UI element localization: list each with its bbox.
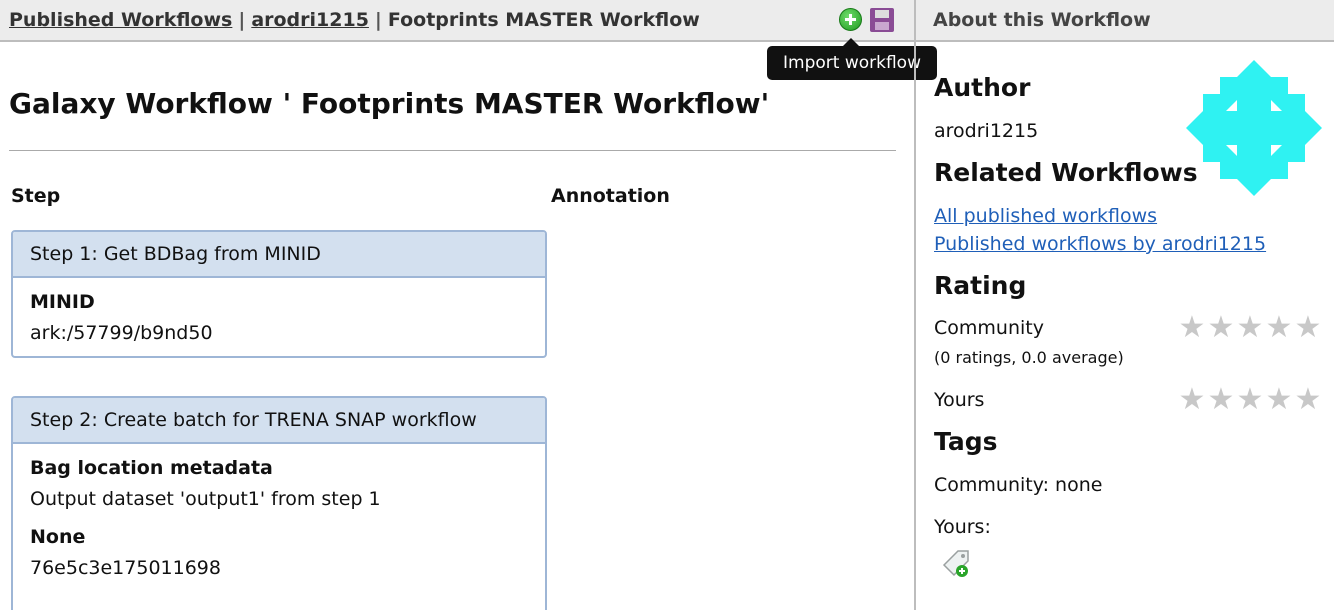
plus-circle-icon[interactable] [839,8,862,31]
related-workflows-heading: Related Workflows [934,158,1198,187]
about-pane-header: About this Workflow [916,0,1334,42]
star-icon: ★ [1294,310,1322,345]
workflow-step: Step 2: Create batch for TRENA SNAP work… [11,396,547,610]
breadcrumb-bar: Published Workflows | arodri1215 | Footprint… [0,0,914,42]
step-param-label: Bag location metadata [30,457,273,479]
breadcrumb-separator: | [238,9,246,31]
step-param-value: Output dataset 'output1' from step 1 [30,488,381,510]
author-avatar [1186,60,1322,196]
author-heading: Author [934,73,1031,102]
star-icon[interactable]: ★ [1265,385,1293,415]
breadcrumb-current: Footprints MASTER Workflow [387,9,700,31]
floppy-disk-icon[interactable] [870,8,894,32]
step-title: Step 1: Get BDBag from MINID [13,232,545,278]
step-param-label: None [30,526,86,548]
about-workflow-pane: About this Workflow Author arodri1215 Re… [914,0,1334,610]
rating-heading: Rating [934,271,1027,300]
community-tags: Community: none [934,474,1103,496]
star-icon[interactable]: ★ [1178,385,1206,415]
tags-heading: Tags [934,427,998,456]
star-icon: ★ [1178,310,1206,345]
community-rating-stars: ★ ★ ★ ★ ★ [1178,310,1323,345]
step-column-header: Step [11,185,61,207]
breadcrumb-separator: | [374,9,382,31]
your-rating-stars[interactable]: ★ ★ ★ ★ ★ [1178,385,1323,415]
workflow-step: Step 1: Get BDBag from MINID MINID ark:/… [11,230,547,358]
author-name: arodri1215 [934,120,1039,142]
star-icon[interactable]: ★ [1236,385,1264,415]
annotation-column-header: Annotation [551,185,670,207]
step-title: Step 2: Create batch for TRENA SNAP work… [13,398,545,444]
user-published-workflows-link[interactable]: Published workflows by arodri1215 [934,233,1266,255]
about-pane-title: About this Workflow [933,9,1151,31]
import-workflow-tooltip: Import workflow [767,38,937,80]
star-icon[interactable]: ★ [1207,385,1235,415]
star-icon[interactable]: ★ [1294,385,1322,415]
star-icon: ★ [1207,310,1235,345]
your-rating-label: Yours [934,389,985,411]
divider [9,150,896,151]
breadcrumb-user-link[interactable]: arodri1215 [251,9,369,31]
community-rating-label: Community [934,317,1044,339]
add-tag-icon[interactable] [938,545,974,581]
step-param-label: MINID [30,291,95,313]
star-icon: ★ [1236,310,1264,345]
page-title: Galaxy Workflow ' Footprints MASTER Work… [9,87,770,120]
your-tags-label: Yours: [934,516,991,538]
step-param-value: 76e5c3e175011698 [30,557,221,579]
community-rating-summary: (0 ratings, 0.0 average) [934,348,1124,367]
star-icon: ★ [1265,310,1293,345]
step-param-value: ark:/57799/b9nd50 [30,322,213,344]
main-pane: Published Workflows | arodri1215 | Footprint… [0,0,937,610]
breadcrumb: Published Workflows | arodri1215 | Footprint… [9,9,700,31]
breadcrumb-published-workflows-link[interactable]: Published Workflows [9,9,232,31]
all-published-workflows-link[interactable]: All published workflows [934,205,1157,227]
